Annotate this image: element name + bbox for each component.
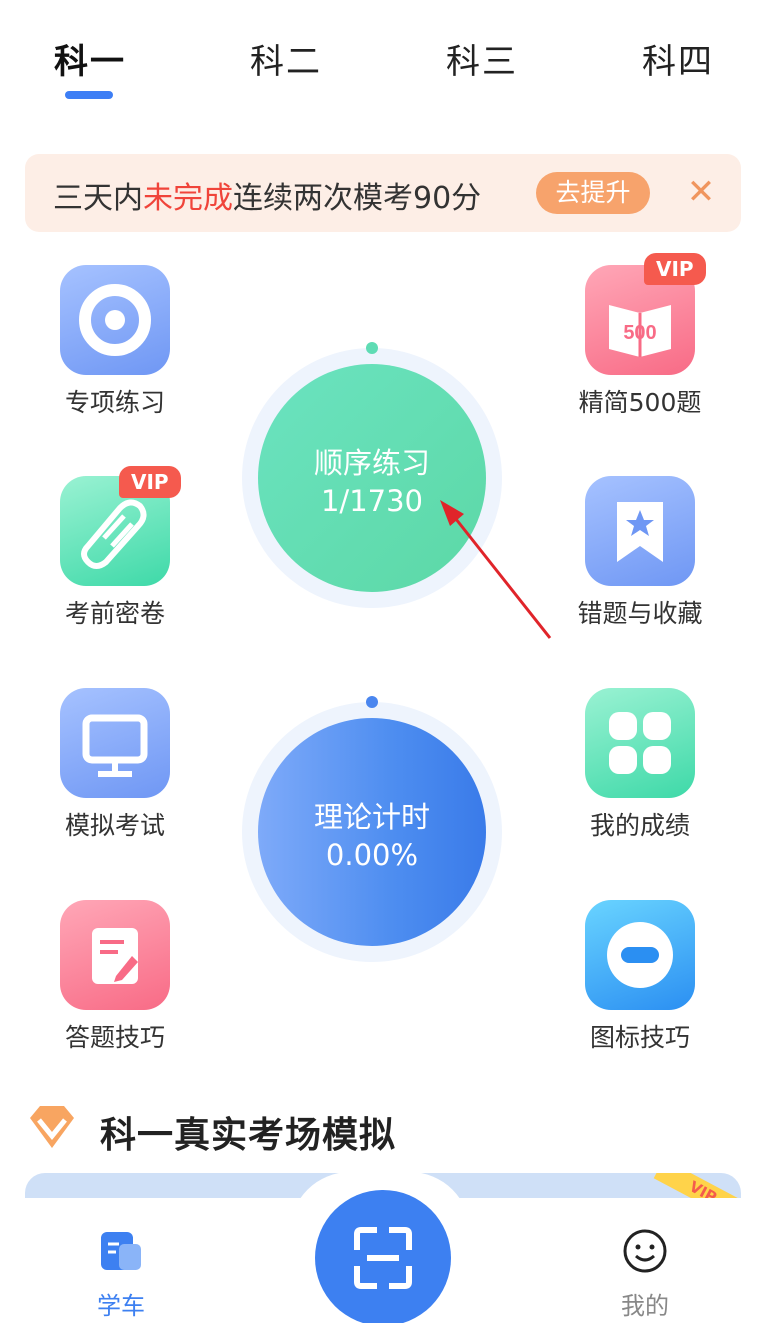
tab-subject-1[interactable]: 科一 (54, 34, 126, 83)
progress-dot (366, 696, 378, 708)
nav-study[interactable]: 学车 (61, 1228, 181, 1321)
scan-button[interactable] (315, 1190, 451, 1323)
item-label: 答题技巧 (64, 1023, 165, 1052)
tab-subject-3[interactable]: 科三 (446, 34, 518, 83)
item-label: 图标技巧 (589, 1023, 690, 1052)
item-label: 错题与收藏 (577, 599, 703, 628)
timer-title: 理论计时 (313, 800, 430, 834)
practice-title: 顺序练习 (313, 446, 430, 480)
icon-tips-item[interactable]: 图标技巧 (560, 900, 720, 1054)
nav-study-label: 学车 (97, 1292, 145, 1320)
close-icon[interactable]: ✕ (681, 172, 721, 212)
section-title: 科一真实考场模拟 (100, 1115, 397, 1156)
bookmark-star-icon (585, 476, 695, 586)
item-label: 模拟考试 (64, 811, 165, 840)
annotation-arrow (440, 500, 552, 639)
progress-dot (366, 342, 378, 354)
timer-percent: 0.00% (325, 838, 419, 872)
book-500-label: 500 (623, 322, 656, 344)
scan-icon (354, 1227, 412, 1289)
item-label: 专项练习 (64, 388, 165, 417)
grid-icon (585, 688, 695, 798)
vip-badge: VIP (644, 253, 706, 285)
banner-text-highlight: 未完成 (143, 181, 233, 216)
theory-timer-button[interactable]: 理论计时 0.00% (258, 718, 486, 946)
my-scores-item[interactable]: 我的成绩 (560, 688, 720, 842)
theory-timer-ring: 理论计时 0.00% (242, 696, 502, 962)
improve-button[interactable]: 去提升 (536, 172, 650, 214)
mock-exam-item[interactable]: 模拟考试 (35, 688, 195, 842)
pre-exam-paper-item[interactable]: VIP 考前密卷 (35, 466, 195, 630)
monitor-icon (60, 688, 170, 798)
nav-mine-label: 我的 (621, 1292, 669, 1320)
streamlined-500-item[interactable]: 500 VIP 精简500题 (560, 253, 720, 419)
special-practice-item[interactable]: 专项练习 (35, 265, 195, 419)
item-label: 考前密卷 (64, 599, 165, 628)
tab-subject-4[interactable]: 科四 (642, 34, 714, 83)
banner-text-before: 三天内 (53, 181, 143, 216)
banner-text-after: 连续两次模考90分 (233, 181, 482, 216)
promo-banner[interactable]: 三天内未完成连续两次模考90分 去提升 ✕ (25, 154, 741, 232)
target-icon (60, 265, 170, 375)
note-edit-icon (60, 900, 170, 1010)
smiley-icon (623, 1229, 667, 1273)
vip-badge: VIP (119, 466, 181, 498)
answer-tips-item[interactable]: 答题技巧 (35, 900, 195, 1054)
tab-active-indicator (65, 91, 113, 99)
study-icon (101, 1232, 141, 1270)
subject-tabs: 科一 科二 科三 科四 (0, 28, 760, 108)
item-label: 我的成绩 (589, 811, 690, 840)
nav-mine[interactable]: 我的 (585, 1228, 705, 1321)
diamond-icon (30, 1106, 74, 1148)
mistakes-favorites-item[interactable]: 错题与收藏 (560, 476, 720, 630)
tab-subject-2[interactable]: 科二 (250, 34, 322, 83)
banner-text: 三天内未完成连续两次模考90分 (53, 173, 481, 217)
minus-circle-icon (585, 900, 695, 1010)
item-label: 精简500题 (578, 388, 702, 417)
